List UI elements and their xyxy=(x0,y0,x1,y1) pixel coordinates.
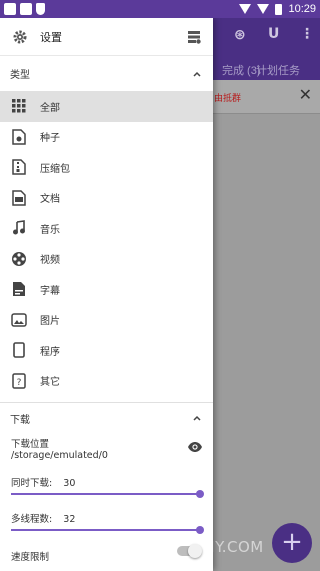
category-item-archive[interactable]: 压缩包 xyxy=(0,152,213,183)
tab-scheduled[interactable]: 计划任务 xyxy=(256,62,300,78)
more-icon: ⋮ xyxy=(300,26,314,42)
magnet-icon: U xyxy=(268,26,280,42)
category-label: 音乐 xyxy=(40,224,60,236)
category-item-image[interactable]: 图片 xyxy=(0,305,213,336)
subtitle-file-icon xyxy=(11,281,27,297)
category-label: 种子 xyxy=(40,133,60,145)
warning-text: 由抵群 xyxy=(214,94,242,104)
simultaneous-downloads-slider[interactable] xyxy=(11,487,204,501)
battery-icon xyxy=(275,3,283,15)
download-location-setting[interactable]: 下载位置 /storage/emulated/0 xyxy=(0,433,213,467)
question-file-icon: ? xyxy=(11,373,27,389)
slider-thumb[interactable] xyxy=(196,526,204,534)
slider-track xyxy=(11,493,202,495)
download-section: 下载 下载位置 /storage/emulated/0 同时下载: 30 多线程… xyxy=(0,402,213,563)
category-section-header[interactable]: 类型 xyxy=(0,55,213,91)
clock: 10:29 xyxy=(288,3,316,15)
speed-limit-label: 速度限制 xyxy=(11,552,50,563)
eye-icon[interactable] xyxy=(187,441,203,453)
download-section-header[interactable]: 下载 xyxy=(0,403,213,433)
drawer-header[interactable]: 设置 xyxy=(0,18,213,55)
image-icon xyxy=(11,312,27,328)
tab-completed[interactable]: 完成 (3) xyxy=(222,62,261,78)
category-label: 字幕 xyxy=(40,285,60,297)
status-bar: 10:29 xyxy=(0,0,320,18)
film-reel-icon xyxy=(11,251,27,267)
category-item-all[interactable]: 全部 xyxy=(0,91,213,122)
category-item-music[interactable]: 音乐 xyxy=(0,213,213,244)
category-label: 其它 xyxy=(40,377,60,389)
wifi-icon xyxy=(239,4,252,14)
slider-thumb[interactable] xyxy=(196,490,204,498)
signal-icon xyxy=(257,4,270,14)
close-icon[interactable]: ✕ xyxy=(299,85,312,104)
svg-text:?: ? xyxy=(17,378,22,388)
category-list: 全部 种子 压缩包 文档 音乐 视频 字幕 图片 程序 ? 其它 xyxy=(0,91,213,396)
notification-icon xyxy=(4,3,16,15)
download-location-value: /storage/emulated/0 xyxy=(11,450,108,461)
download-location-label: 下载位置 xyxy=(11,439,50,450)
grid-icon xyxy=(11,98,27,114)
category-label: 视频 xyxy=(40,255,60,267)
slider-track xyxy=(11,529,202,531)
music-note-icon xyxy=(11,220,27,236)
settings-label: 设置 xyxy=(40,30,62,44)
speed-limit-toggle[interactable] xyxy=(177,544,202,558)
category-section-label: 类型 xyxy=(10,70,30,81)
category-item-subtitle[interactable]: 字幕 xyxy=(0,274,213,305)
category-label: 图片 xyxy=(40,316,60,328)
chevron-up-icon xyxy=(193,71,201,77)
globe-icon: ⊛ xyxy=(234,27,246,43)
thread-count-setting: 多线程数: 32 xyxy=(0,507,213,525)
navigation-drawer: 设置 类型 全部 种子 压缩包 文档 音乐 视频 字幕 图片 程序 ? 其它 下… xyxy=(0,18,213,571)
chevron-up-icon xyxy=(193,415,201,421)
gear-icon xyxy=(13,30,27,43)
notification-icon xyxy=(20,3,32,15)
torrent-file-icon xyxy=(11,129,27,145)
category-item-other[interactable]: ? 其它 xyxy=(0,366,213,397)
archive-icon xyxy=(11,159,27,175)
shield-icon xyxy=(36,3,45,15)
toggle-knob xyxy=(188,544,202,558)
status-indicators: 10:29 xyxy=(239,3,316,15)
add-download-button[interactable]: + xyxy=(272,523,312,563)
phone-icon xyxy=(11,342,27,359)
category-item-video[interactable]: 视频 xyxy=(0,244,213,275)
category-item-document[interactable]: 文档 xyxy=(0,183,213,214)
document-icon xyxy=(11,190,27,206)
thread-count-slider[interactable] xyxy=(11,523,204,537)
category-item-program[interactable]: 程序 xyxy=(0,335,213,366)
category-label: 文档 xyxy=(40,194,60,206)
category-label: 全部 xyxy=(40,102,60,114)
download-section-label: 下载 xyxy=(10,414,30,426)
category-label: 程序 xyxy=(40,346,60,358)
category-item-torrent[interactable]: 种子 xyxy=(0,122,213,153)
storage-settings-icon[interactable] xyxy=(187,30,201,44)
category-label: 压缩包 xyxy=(40,163,70,175)
simultaneous-downloads-setting: 同时下载: 30 xyxy=(0,471,213,489)
speed-limit-setting[interactable]: 速度限制 xyxy=(0,544,213,563)
